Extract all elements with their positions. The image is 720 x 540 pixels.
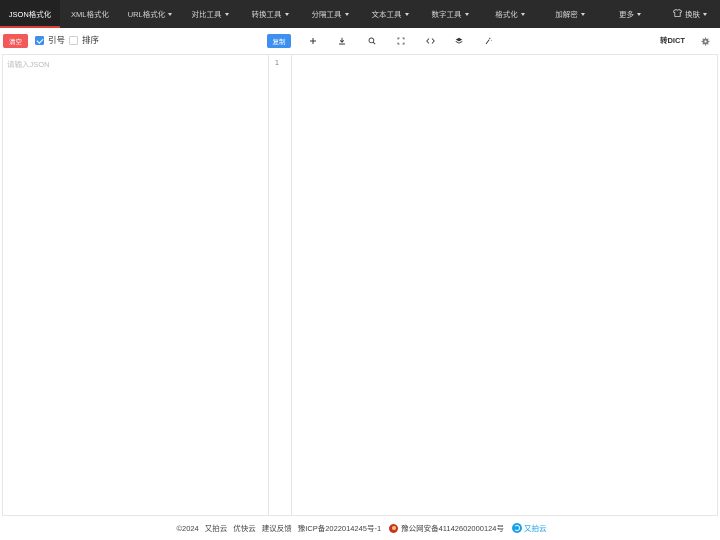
nav-url-format[interactable]: URL格式化 [120, 0, 180, 28]
clear-button[interactable]: 清空 [3, 34, 28, 48]
police-badge-icon [389, 523, 399, 533]
gear-icon[interactable] [698, 33, 712, 49]
json-output-editor[interactable] [292, 54, 718, 516]
search-icon[interactable] [364, 33, 380, 49]
copy-button[interactable]: 复制 [267, 34, 291, 48]
nav-text-tools[interactable]: 文本工具 [360, 0, 420, 28]
caret-down-icon [224, 12, 229, 16]
footer-link-csdn[interactable]: 优快云 [233, 523, 256, 534]
caret-down-icon [520, 12, 525, 16]
nav-xml-format[interactable]: XML格式化 [60, 0, 120, 28]
caret-down-icon [464, 12, 469, 16]
footer-link-feedback[interactable]: 建议反馈 [262, 523, 292, 534]
code-icon[interactable] [422, 33, 438, 49]
caret-down-icon [284, 12, 289, 16]
nav-json-format[interactable]: JSON格式化 [0, 0, 60, 28]
json-input-editor[interactable]: 请输入JSON [2, 54, 268, 516]
top-nav: JSON格式化 XML格式化 URL格式化 对比工具 转换工具 分隔工具 文本工… [0, 0, 720, 28]
to-dict-button[interactable]: 转DICT [660, 34, 685, 47]
quotes-checkbox[interactable] [35, 36, 44, 45]
magic-icon[interactable] [480, 33, 496, 49]
nav-formatters[interactable]: 格式化 [480, 0, 540, 28]
nav-convert-tools[interactable]: 转换工具 [240, 0, 300, 28]
line-number-gutter: 1 [268, 54, 292, 516]
upyun-logo-icon [511, 523, 522, 533]
sponsor-name: 又拍云 [523, 523, 547, 533]
copyright-text: ©2024 [176, 523, 199, 533]
nav-compare-tools[interactable]: 对比工具 [180, 0, 240, 28]
caret-down-icon [344, 12, 349, 16]
nav-number-tools[interactable]: 数字工具 [420, 0, 480, 28]
line-number: 1 [274, 59, 279, 67]
caret-down-icon [168, 12, 173, 16]
caret-down-icon [637, 12, 641, 16]
footer-link-upyun[interactable]: 又拍云 [205, 523, 228, 534]
input-placeholder: 请输入JSON [7, 60, 50, 69]
police-record-link[interactable]: 豫公网安备41142602000124号 [401, 523, 504, 534]
sponsor-upyun-logo[interactable]: 又拍云 [511, 523, 547, 534]
editor-toolbar: 清空 引号 排序 复制 转DICT [0, 28, 720, 54]
sort-label[interactable]: 排序 [82, 34, 99, 47]
plus-icon[interactable] [305, 33, 321, 49]
sort-checkbox[interactable] [69, 36, 78, 45]
icp-record-link[interactable]: 豫ICP备2022014245号-1 [298, 523, 381, 534]
nav-split-tools[interactable]: 分隔工具 [300, 0, 360, 28]
shirt-icon [672, 9, 683, 19]
download-icon[interactable] [334, 33, 350, 49]
quotes-label[interactable]: 引号 [48, 34, 65, 47]
caret-down-icon [703, 12, 707, 16]
nav-more[interactable]: 更多 [600, 0, 660, 28]
nav-change-skin[interactable]: 换肤 [660, 0, 720, 28]
footer: ©2024 又拍云 优快云 建议反馈 豫ICP备2022014245号-1 豫公… [0, 516, 720, 540]
nav-encrypt-decrypt[interactable]: 加解密 [540, 0, 600, 28]
caret-down-icon [580, 12, 585, 16]
caret-down-icon [404, 12, 409, 16]
layers-icon[interactable] [451, 33, 467, 49]
fullscreen-icon[interactable] [393, 33, 409, 49]
